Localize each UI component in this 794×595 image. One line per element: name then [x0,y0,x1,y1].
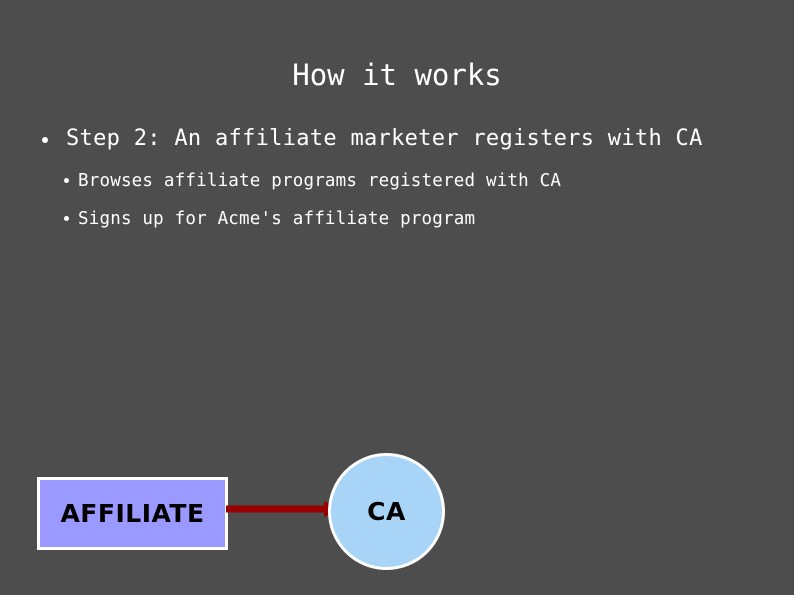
diagram-node-label: AFFILIATE [60,499,205,528]
diagram-arrow-affiliate-to-ca [226,501,342,517]
bullet-text: Browses affiliate programs registered wi… [78,171,562,191]
sub-bullet-marker-icon [64,216,69,221]
diagram-node-affiliate[interactable]: AFFILIATE [37,477,228,550]
page-title: How it works [292,58,502,92]
bullet-item-level1: Signs up for Acme's affiliate program [0,200,794,238]
sub-bullet-marker-icon [64,178,69,183]
bullet-item-level0: Step 2: An affiliate marketer registers … [0,122,794,156]
diagram-node-ca[interactable]: CA [328,453,445,570]
bullet-text: Signs up for Acme's affiliate program [78,209,476,229]
bullet-text: Step 2: An affiliate marketer registers … [66,126,703,151]
bullet-marker-icon [42,137,48,143]
bullet-item-level1: Browses affiliate programs registered wi… [0,162,794,200]
bullet-list: Step 2: An affiliate marketer registers … [0,122,794,238]
diagram-node-label: CA [367,497,406,526]
slide-canvas: How it works Step 2: An affiliate market… [0,0,794,595]
